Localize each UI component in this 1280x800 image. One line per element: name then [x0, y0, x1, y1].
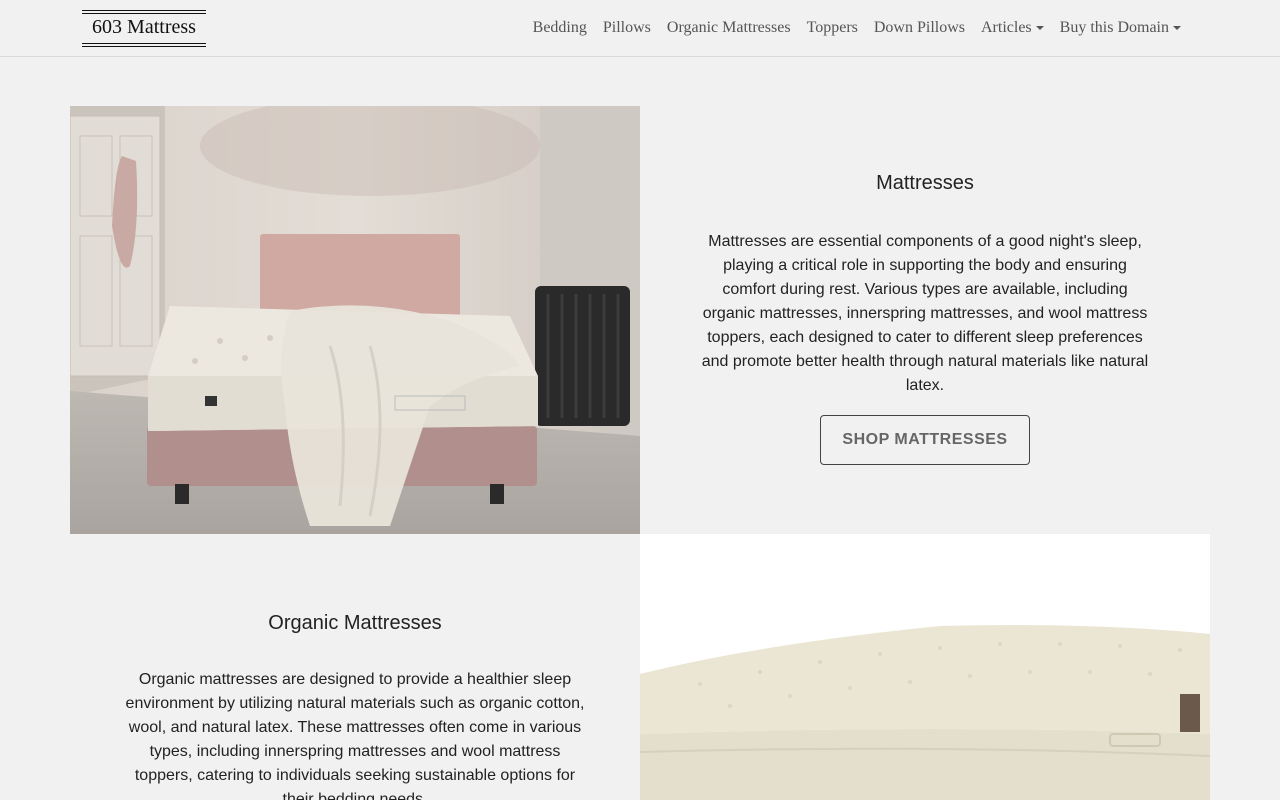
nav-item-organic-mattresses[interactable]: Organic Mattresses [659, 19, 799, 37]
nav-item-label: Articles [981, 19, 1032, 36]
section-title: Mattresses [876, 172, 974, 194]
caret-down-icon [1035, 26, 1044, 30]
nav-item-pillows[interactable]: Pillows [595, 19, 659, 37]
section-body: Organic mattresses are designed to provi… [125, 671, 585, 800]
shop-mattresses-button[interactable]: SHOP MATTRESSES [820, 415, 1030, 465]
brand-logo[interactable]: 603 Mattress [82, 10, 206, 47]
nav-item-buy-this-domain[interactable]: Buy this Domain [1052, 19, 1189, 37]
nav-item-label: Bedding [532, 19, 587, 36]
section-body: Mattresses are essential components of a… [701, 233, 1149, 394]
organic-mattresses-section: Organic Mattresses Organic mattresses ar… [125, 612, 585, 800]
section-title: Organic Mattresses [268, 612, 442, 634]
bedroom-mattress-image [70, 106, 640, 534]
nav-item-down-pillows[interactable]: Down Pillows [866, 19, 973, 37]
nav-item-label: Buy this Domain [1059, 19, 1169, 36]
nav-menu: Bedding Pillows Organic Mattresses Toppe… [525, 0, 1189, 56]
caret-down-icon [1173, 26, 1181, 30]
nav-item-label: Pillows [602, 19, 651, 36]
nav-item-bedding[interactable]: Bedding [525, 19, 595, 37]
nav-item-toppers[interactable]: Toppers [799, 19, 866, 37]
nav-item-label: Toppers [806, 19, 858, 36]
navbar: 603 Mattress Bedding Pillows Organic Mat… [0, 0, 1280, 57]
mattresses-section: Mattresses Mattresses are essential comp… [700, 172, 1150, 465]
organic-mattress-photo [640, 534, 1210, 800]
nav-item-label: Organic Mattresses [666, 19, 791, 36]
organic-mattress-image [640, 534, 1210, 800]
nav-item-label: Down Pillows [873, 19, 965, 36]
bedroom-mattress-photo [70, 106, 640, 534]
nav-item-articles[interactable]: Articles [973, 19, 1052, 37]
